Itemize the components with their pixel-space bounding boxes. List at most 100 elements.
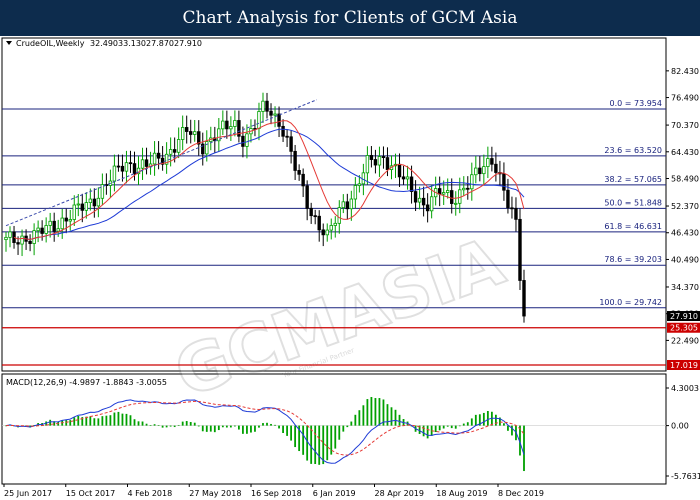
macd-histogram-bar bbox=[482, 412, 485, 426]
macd-histogram-bar bbox=[278, 425, 280, 429]
candle-body bbox=[184, 127, 189, 132]
macd-histogram-bar bbox=[77, 415, 80, 426]
candle-body bbox=[341, 201, 346, 209]
macd-histogram-bar bbox=[133, 419, 136, 426]
candle-body bbox=[329, 225, 333, 231]
candle-body bbox=[273, 113, 277, 116]
candle-body bbox=[373, 159, 378, 166]
macd-histogram-bar bbox=[153, 424, 156, 426]
candle-body bbox=[458, 189, 462, 204]
fib-label-6: 100.0 = 29.742 bbox=[599, 298, 662, 307]
candle-body bbox=[225, 120, 229, 130]
macd-y-tick-label: -5.7631 bbox=[671, 472, 700, 481]
candle-body bbox=[441, 192, 446, 195]
macd-histogram-bar bbox=[173, 425, 176, 428]
x-tick-label: 25 Jun 2017 bbox=[4, 489, 52, 498]
y-tick-label: 34.370 bbox=[671, 283, 699, 292]
candle-body bbox=[189, 131, 193, 135]
macd-histogram-bar bbox=[422, 425, 425, 437]
macd-histogram-bar bbox=[274, 424, 276, 426]
candle-body bbox=[405, 176, 410, 180]
fib-label-3: 50.0 = 51.848 bbox=[604, 198, 662, 207]
candle-body bbox=[365, 155, 370, 174]
macd-histogram-bar bbox=[486, 411, 489, 426]
macd-histogram-bar bbox=[113, 412, 116, 426]
macd-histogram-bar bbox=[105, 415, 108, 426]
macd-histogram-bar bbox=[217, 425, 220, 431]
candle-body bbox=[257, 111, 261, 129]
candle-body bbox=[48, 220, 52, 226]
candle-body bbox=[20, 235, 24, 245]
x-tick-label: 15 Oct 2017 bbox=[66, 489, 115, 498]
macd-histogram-bar bbox=[386, 404, 389, 426]
candle-body bbox=[293, 150, 297, 171]
price-header: CrudeOIL,Weekly 32.490 33.130 27.870 27.… bbox=[6, 39, 202, 48]
macd-histogram-bar bbox=[346, 425, 349, 428]
macd-histogram-bar bbox=[193, 422, 196, 426]
macd-histogram-bar bbox=[258, 425, 260, 428]
macd-histogram-bar bbox=[165, 425, 168, 428]
macd-histogram-bar bbox=[181, 421, 184, 426]
candle-body bbox=[305, 185, 309, 209]
macd-histogram-bar bbox=[342, 425, 345, 432]
macd-y-tick-label: 4.3003 bbox=[671, 384, 699, 393]
candle-body bbox=[437, 188, 442, 195]
macd-histogram-bar bbox=[350, 421, 353, 426]
candle-body bbox=[417, 197, 422, 203]
macd-histogram-bar bbox=[362, 405, 365, 426]
y-tick-label: 22.490 bbox=[671, 336, 699, 345]
candle-body bbox=[88, 198, 93, 203]
y-tick-label: 82.430 bbox=[671, 67, 699, 76]
candle-body bbox=[454, 202, 458, 205]
macd-y-tick-label: 0.00 bbox=[671, 422, 689, 431]
candle-body bbox=[140, 159, 145, 169]
candle-body bbox=[413, 191, 418, 203]
macd-histogram-bar bbox=[458, 425, 461, 427]
candle-body bbox=[345, 201, 350, 210]
macd-histogram-bar bbox=[282, 425, 284, 434]
macd-histogram-bar bbox=[370, 397, 373, 426]
macd-histogram-bar bbox=[474, 414, 477, 426]
price-tag-label: 25.305 bbox=[670, 324, 698, 333]
candle-body bbox=[277, 113, 281, 127]
macd-histogram-bar bbox=[225, 425, 228, 428]
candle-body bbox=[385, 157, 390, 171]
macd-histogram-bar bbox=[65, 420, 68, 426]
candle-body bbox=[474, 167, 478, 176]
y-tick-label: 64.430 bbox=[671, 148, 699, 157]
macd-histogram-bar bbox=[294, 425, 297, 448]
x-tick-label: 6 Jan 2019 bbox=[313, 489, 356, 498]
candle-body bbox=[353, 185, 358, 200]
candle-body bbox=[317, 215, 321, 231]
candle-body bbox=[466, 187, 470, 190]
macd-histogram-bar bbox=[101, 416, 104, 426]
macd-histogram-bar bbox=[141, 421, 144, 426]
candle-body bbox=[313, 215, 317, 218]
candle-body bbox=[36, 227, 40, 232]
macd-histogram-bar bbox=[201, 425, 204, 432]
chart-canvas[interactable]: GCMASIA Your Financial Partner 0.0 = 73.… bbox=[0, 36, 700, 500]
macd-histogram-bar bbox=[354, 414, 357, 426]
ohlc-low: 27.870 bbox=[146, 39, 174, 48]
candle-body bbox=[156, 152, 161, 159]
candle-body bbox=[333, 222, 337, 226]
macd-histogram-bar bbox=[209, 425, 212, 432]
candle-body bbox=[40, 227, 44, 234]
candle-body bbox=[506, 189, 510, 209]
candle-body bbox=[377, 156, 382, 166]
candle-body bbox=[28, 240, 32, 244]
macd-histogram-bar bbox=[390, 407, 393, 426]
candle-body bbox=[92, 198, 97, 207]
macd-histogram-bar bbox=[466, 422, 469, 426]
x-tick-label: 28 Apr 2019 bbox=[375, 489, 424, 498]
macd-histogram-bar bbox=[454, 425, 457, 429]
candle-body bbox=[128, 162, 133, 165]
macd-histogram-bar bbox=[221, 425, 224, 428]
macd-histogram-bar bbox=[426, 425, 429, 439]
macd-histogram-bar bbox=[286, 425, 288, 436]
candle-body bbox=[494, 163, 498, 173]
macd-histogram-bar bbox=[145, 423, 148, 426]
x-tick-label: 27 May 2018 bbox=[189, 489, 241, 498]
candle-body bbox=[168, 149, 173, 155]
macd-histogram-bar bbox=[450, 425, 453, 429]
